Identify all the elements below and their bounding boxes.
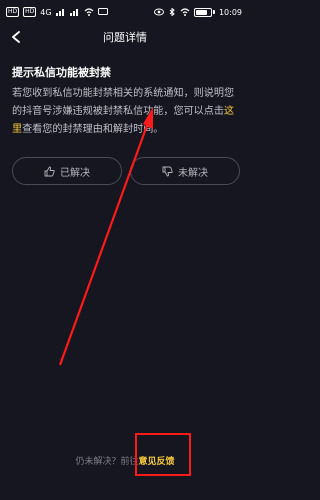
eye-icon <box>153 8 164 16</box>
unsolved-button[interactable]: 未解决 <box>130 157 240 185</box>
bluetooth-icon <box>169 8 175 16</box>
wifi-icon <box>84 8 94 16</box>
wifi-icon <box>180 8 190 16</box>
article-text: 查看您的封禁理由和解封时间。 <box>22 124 164 135</box>
signal-icon <box>69 9 78 16</box>
article-text: 若您收到私信功能封禁相关的系统通知，则说明您的抖音号涉嫌违规被封禁私信功能，您可… <box>12 88 235 117</box>
signal-icon <box>55 9 64 16</box>
message-icon <box>97 8 108 15</box>
chevron-left-icon <box>12 31 20 43</box>
page-title: 问题详情 <box>103 31 147 44</box>
feedback-row: 已解决 未解决 <box>12 157 240 185</box>
clock: 10:09 <box>218 7 242 17</box>
nav-header: 问题详情 <box>0 24 250 50</box>
thumbs-up-icon <box>44 166 55 176</box>
article-body: 若您收到私信功能封禁相关的系统通知，则说明您的抖音号涉嫌违规被封禁私信功能，您可… <box>12 85 239 139</box>
status-bar: HD HD 4G 10:09 <box>0 0 250 24</box>
article-title: 提示私信功能被封禁 <box>12 66 111 79</box>
solved-label: 已解决 <box>60 167 90 179</box>
hd-badge: HD <box>23 7 37 17</box>
solved-button[interactable]: 已解决 <box>12 157 122 185</box>
unsolved-label: 未解决 <box>178 167 208 179</box>
battery-icon <box>193 7 212 17</box>
status-bar-right: 10:09 <box>153 7 242 17</box>
footer-prompt: 仍未解决？前往 <box>75 456 139 467</box>
battery-tip-icon <box>212 10 215 14</box>
footer: 仍未解决？前往 意见反馈 <box>0 450 250 470</box>
status-bar-left: HD HD 4G <box>6 7 108 17</box>
thumbs-down-icon <box>162 166 173 176</box>
signal-label: 4G <box>40 7 52 17</box>
annotation-highlight-box <box>135 433 191 476</box>
hd-badge: HD <box>6 7 20 17</box>
back-button[interactable] <box>6 27 26 47</box>
